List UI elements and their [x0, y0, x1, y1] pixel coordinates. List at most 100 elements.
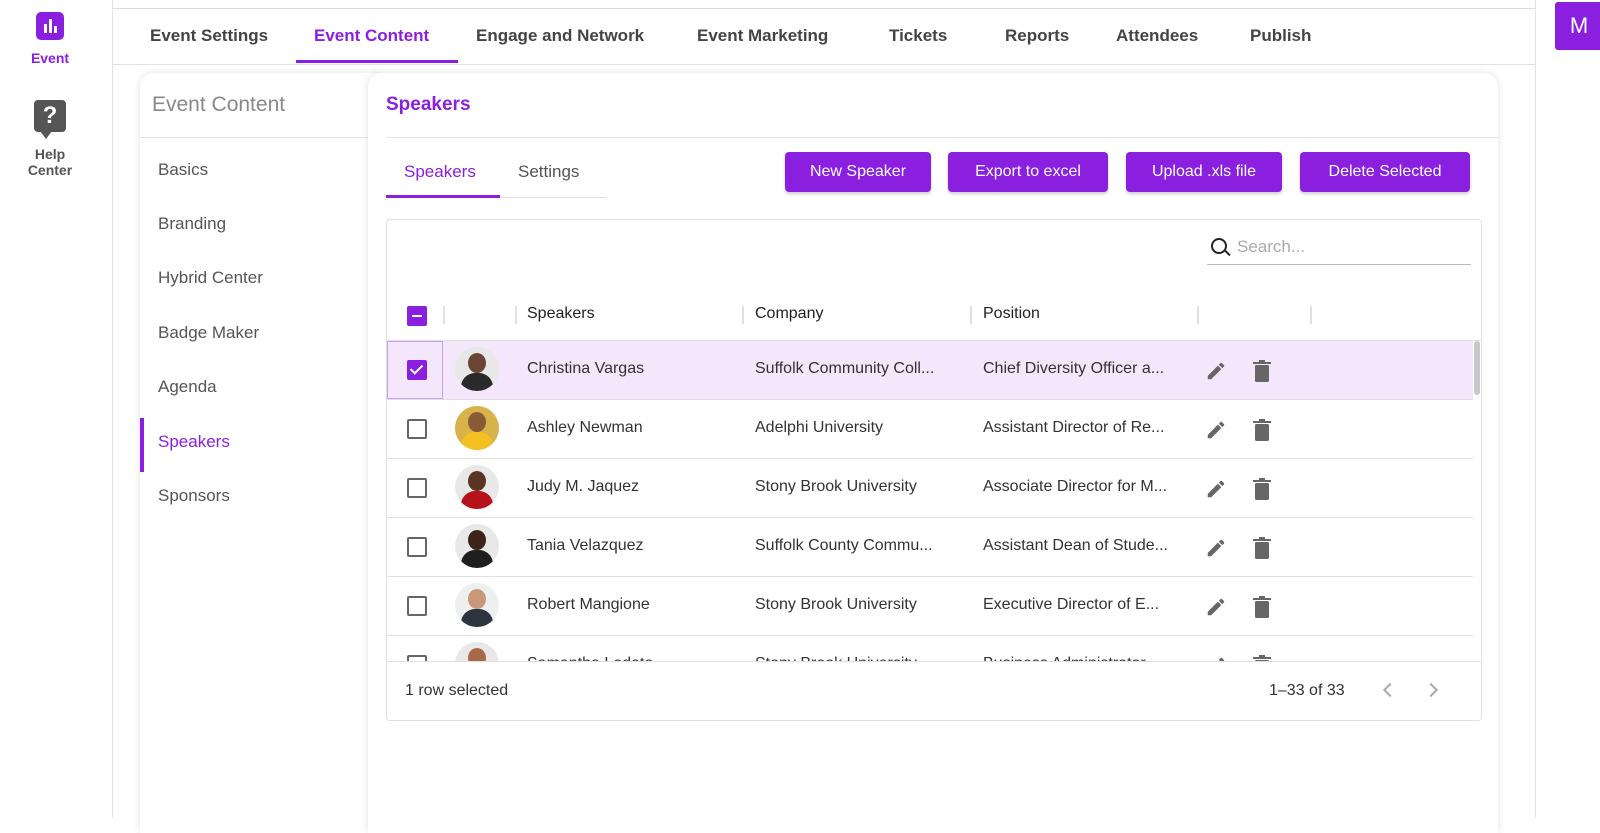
- edit-icon[interactable]: [1205, 419, 1227, 441]
- column-separator[interactable]: [742, 306, 744, 324]
- speakers-panel: Speakers Speakers Settings New Speaker E…: [368, 73, 1498, 833]
- select-all-checkbox[interactable]: [407, 306, 427, 326]
- row-checkbox-cell: [387, 400, 443, 458]
- sidebar-item-basics[interactable]: Basics: [158, 160, 208, 180]
- column-separator[interactable]: [515, 306, 517, 324]
- column-separator[interactable]: [443, 306, 445, 324]
- table-row[interactable]: Robert Mangione Stony Brook University E…: [387, 577, 1473, 636]
- row-checkbox[interactable]: [407, 478, 427, 498]
- trash-icon[interactable]: [1253, 537, 1271, 559]
- tab-reports[interactable]: Reports: [1005, 26, 1069, 46]
- sidebar-title: Event Content: [152, 93, 286, 116]
- column-header-speakers[interactable]: Speakers: [527, 305, 595, 323]
- rail-event[interactable]: Event: [0, 12, 100, 66]
- tab-event-content[interactable]: Event Content: [314, 26, 429, 46]
- subtab-active-indicator: [386, 195, 500, 198]
- search-box: [1207, 234, 1471, 265]
- row-checkbox[interactable]: [407, 419, 427, 439]
- column-separator[interactable]: [1310, 306, 1312, 324]
- table-row[interactable]: Ashley Newman Adelphi University Assista…: [387, 400, 1473, 459]
- upload-xls-button[interactable]: Upload .xls file: [1126, 152, 1282, 192]
- rail-help-center[interactable]: ? Help Center: [0, 100, 100, 178]
- edit-icon[interactable]: [1205, 596, 1227, 618]
- speaker-position: Assistant Dean of Stude...: [983, 537, 1168, 554]
- search-input[interactable]: [1235, 236, 1469, 258]
- speaker-position: Associate Director for M...: [983, 478, 1168, 495]
- title-divider: [386, 137, 1498, 138]
- rail-help-label: Help Center: [0, 146, 100, 178]
- table-footer: 1 row selected 1–33 of 33: [387, 661, 1481, 720]
- speaker-name: Robert Mangione: [527, 596, 650, 613]
- selection-count: 1 row selected: [405, 682, 509, 699]
- tab-publish[interactable]: Publish: [1250, 26, 1311, 46]
- column-header-company[interactable]: Company: [755, 305, 823, 323]
- sidebar-active-indicator: [140, 418, 144, 472]
- speaker-company: Stony Brook University: [755, 478, 917, 495]
- rail-event-label: Event: [30, 50, 70, 66]
- new-speaker-button[interactable]: New Speaker: [785, 152, 931, 192]
- speaker-avatar: [455, 524, 499, 568]
- trash-icon[interactable]: [1253, 419, 1271, 441]
- search-icon: [1211, 238, 1227, 254]
- column-separator[interactable]: [1197, 306, 1199, 324]
- speaker-name: Judy M. Jaquez: [527, 478, 640, 495]
- trash-icon[interactable]: [1253, 360, 1271, 382]
- sidebar-item-branding[interactable]: Branding: [158, 214, 226, 234]
- speaker-company: Adelphi University: [755, 419, 884, 436]
- sidebar-item-agenda[interactable]: Agenda: [158, 377, 217, 397]
- pagination-range: 1–33 of 33: [1269, 682, 1345, 699]
- speaker-avatar: [455, 642, 499, 663]
- export-excel-button[interactable]: Export to excel: [948, 152, 1108, 192]
- table-row[interactable]: Christina Vargas Suffolk Community Coll.…: [387, 341, 1473, 400]
- tab-event-marketing[interactable]: Event Marketing: [697, 26, 828, 46]
- edit-icon[interactable]: [1205, 537, 1227, 559]
- column-separator[interactable]: [970, 306, 972, 324]
- content-sidebar: Event Content Basics Branding Hybrid Cen…: [140, 73, 380, 833]
- row-checkbox[interactable]: [407, 596, 427, 616]
- trash-icon[interactable]: [1253, 478, 1271, 500]
- chevron-right-icon[interactable]: [1423, 680, 1443, 700]
- column-header-position[interactable]: Position: [983, 305, 1040, 323]
- speaker-company: Suffolk Community Coll...: [755, 360, 935, 377]
- sidebar-item-sponsors[interactable]: Sponsors: [158, 486, 230, 506]
- speaker-company: Stony Brook University: [755, 596, 917, 613]
- tab-event-settings[interactable]: Event Settings: [150, 26, 268, 46]
- table-row[interactable]: Tania Velazquez Suffolk County Commu... …: [387, 518, 1473, 577]
- table-body: Christina Vargas Suffolk Community Coll.…: [387, 341, 1473, 663]
- tab-engage-network[interactable]: Engage and Network: [476, 26, 644, 46]
- help-label-line1: Help: [34, 146, 66, 162]
- speaker-name: Tania Velazquez: [527, 537, 644, 554]
- tab-tickets[interactable]: Tickets: [889, 26, 947, 46]
- speaker-position: Chief Diversity Officer a...: [983, 360, 1165, 377]
- row-checkbox[interactable]: [407, 537, 427, 557]
- subtab-speakers[interactable]: Speakers: [404, 162, 476, 182]
- row-checkbox-cell: [387, 459, 443, 517]
- row-checkbox-cell: [387, 341, 443, 399]
- speaker-avatar: [455, 465, 499, 509]
- right-bar: [1535, 0, 1600, 818]
- sidebar-item-badge-maker[interactable]: Badge Maker: [158, 323, 259, 343]
- table-scrollbar[interactable]: [1474, 341, 1480, 395]
- sidebar-item-speakers[interactable]: Speakers: [158, 432, 230, 452]
- speaker-name: Christina Vargas: [527, 360, 645, 377]
- top-nav: Event Settings Event Content Engage and …: [113, 0, 1535, 65]
- trash-icon[interactable]: [1253, 596, 1271, 618]
- sidebar-item-hybrid-center[interactable]: Hybrid Center: [158, 268, 263, 288]
- row-checkbox-cell: [387, 518, 443, 576]
- table-row[interactable]: Judy M. Jaquez Stony Brook University As…: [387, 459, 1473, 518]
- subtab-settings[interactable]: Settings: [518, 162, 579, 182]
- row-checkbox-cell: [387, 577, 443, 635]
- speaker-avatar: [455, 347, 499, 391]
- delete-selected-button[interactable]: Delete Selected: [1300, 152, 1470, 192]
- edit-icon[interactable]: [1205, 360, 1227, 382]
- tab-attendees[interactable]: Attendees: [1116, 26, 1198, 46]
- user-avatar-button[interactable]: M: [1555, 2, 1600, 50]
- edit-icon[interactable]: [1205, 478, 1227, 500]
- bar-chart-icon: [36, 12, 64, 40]
- speaker-position: Assistant Director of Re...: [983, 419, 1165, 436]
- row-checkbox[interactable]: [407, 360, 427, 380]
- active-tab-indicator: [296, 60, 458, 63]
- chevron-left-icon[interactable]: [1377, 680, 1397, 700]
- table-row[interactable]: Samantha Lodato Stony Brook University B…: [387, 636, 1473, 663]
- page-title: Speakers: [386, 94, 471, 115]
